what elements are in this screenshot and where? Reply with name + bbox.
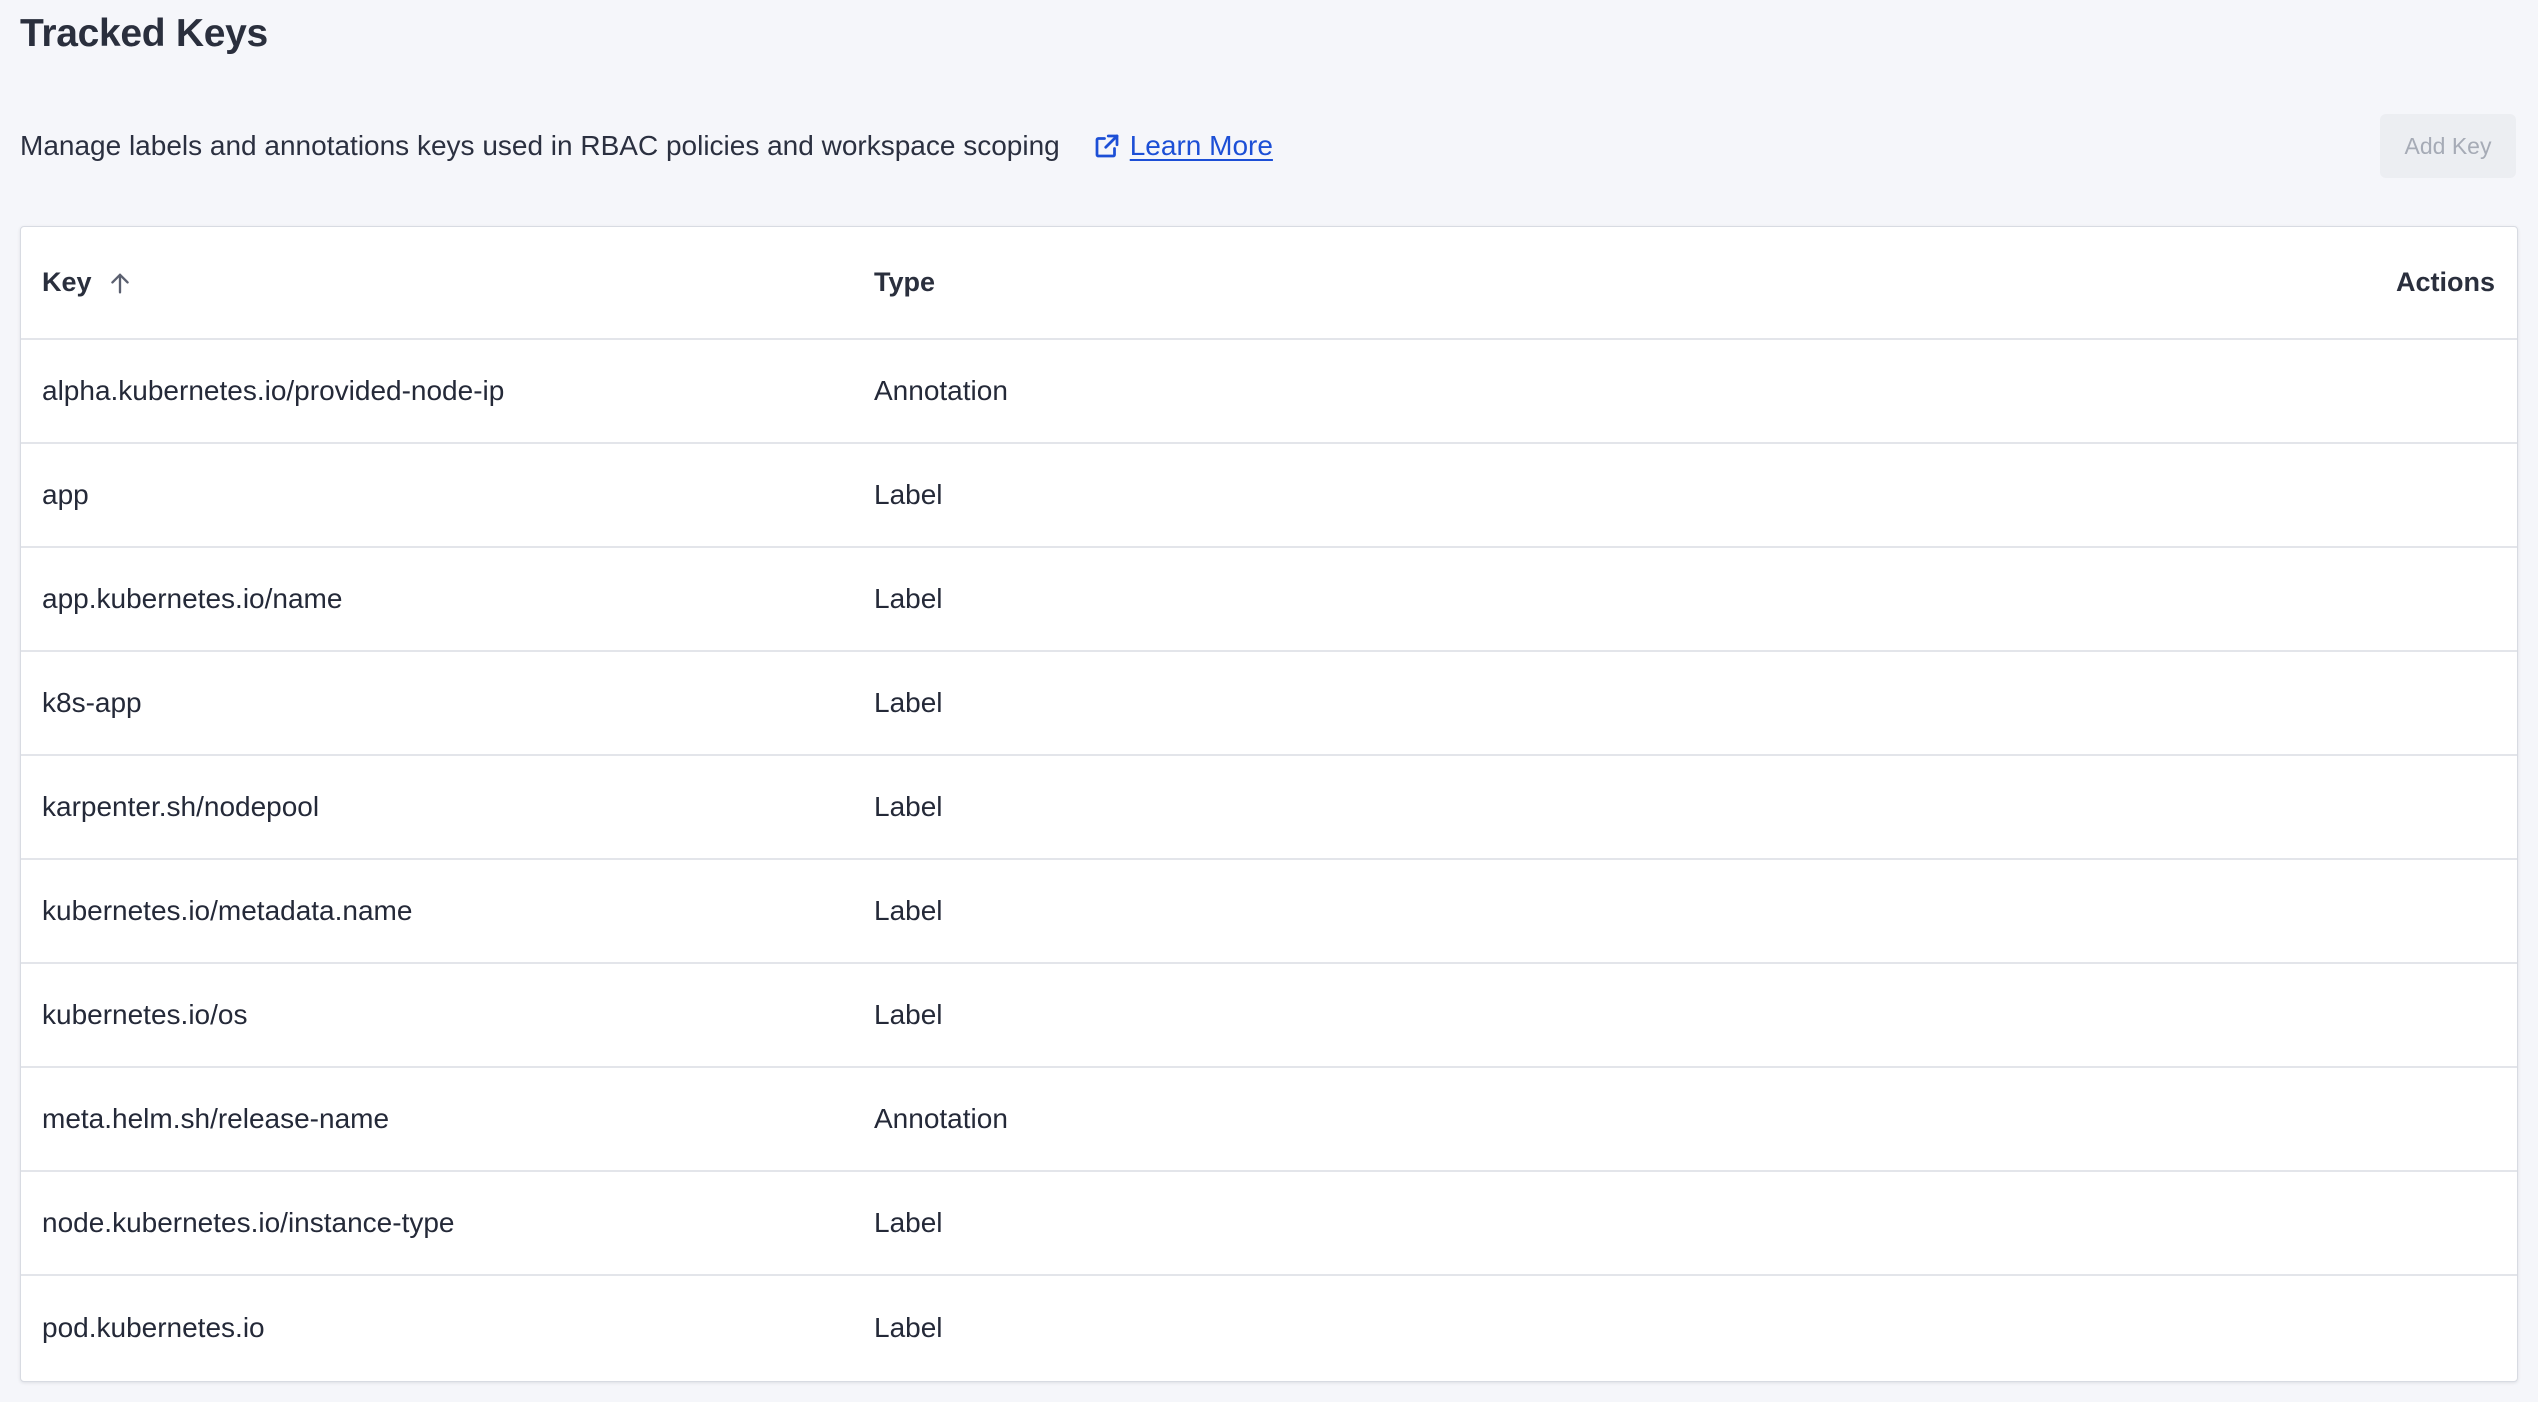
page-title: Tracked Keys [20,12,268,55]
key-cell: app [21,443,874,548]
external-link-icon [1092,131,1122,161]
column-header-type: Type [874,227,2095,340]
table-row: meta.helm.sh/release-name Annotation [21,1067,2517,1172]
key-cell: app.kubernetes.io/name [21,547,874,652]
type-cell: Annotation [874,339,2095,444]
arrow-up-icon[interactable] [106,269,134,297]
actions-cell [2095,755,2517,860]
table-header-row: Key Type Actions [21,227,2517,340]
column-header-actions: Actions [2095,227,2517,340]
tracked-keys-table: Key Type Actions alpha.kubernetes.io/pro… [20,226,2518,1382]
table-row: karpenter.sh/nodepool Label [21,755,2517,860]
key-cell: karpenter.sh/nodepool [21,755,874,860]
type-cell: Label [874,443,2095,548]
learn-more-label: Learn More [1129,130,1273,161]
sort-by-key[interactable]: Key [42,267,134,298]
table-header: Key Type Actions [21,227,2517,340]
description-row: Manage labels and annotations keys used … [20,124,1273,168]
key-cell: alpha.kubernetes.io/provided-node-ip [21,339,874,444]
type-cell: Label [874,1171,2095,1276]
table-row: kubernetes.io/os Label [21,963,2517,1068]
actions-cell [2095,859,2517,964]
key-cell: node.kubernetes.io/instance-type [21,1171,874,1276]
actions-cell [2095,651,2517,756]
actions-cell [2095,443,2517,548]
add-key-button[interactable]: Add Key [2380,114,2516,178]
table-row: node.kubernetes.io/instance-type Label [21,1171,2517,1276]
key-cell: kubernetes.io/os [21,963,874,1068]
table-row: kubernetes.io/metadata.name Label [21,859,2517,964]
actions-cell [2095,1171,2517,1276]
type-cell: Label [874,963,2095,1068]
table-row: app Label [21,443,2517,548]
type-cell: Label [874,755,2095,860]
key-cell: meta.helm.sh/release-name [21,1067,874,1172]
column-header-key[interactable]: Key [21,227,874,340]
key-cell: k8s-app [21,651,874,756]
column-header-key-label: Key [42,267,92,297]
table-row: k8s-app Label [21,651,2517,756]
actions-cell [2095,1275,2517,1379]
actions-cell [2095,547,2517,652]
type-cell: Label [874,859,2095,964]
type-cell: Label [874,547,2095,652]
table-row: pod.kubernetes.io Label [21,1275,2517,1379]
table-row: alpha.kubernetes.io/provided-node-ip Ann… [21,339,2517,444]
table-body: alpha.kubernetes.io/provided-node-ip Ann… [21,339,2517,1379]
page-description: Manage labels and annotations keys used … [20,130,1060,161]
type-cell: Annotation [874,1067,2095,1172]
table-row: app.kubernetes.io/name Label [21,547,2517,652]
learn-more-link[interactable]: Learn More [1092,130,1273,162]
actions-cell [2095,339,2517,444]
actions-cell [2095,963,2517,1068]
type-cell: Label [874,1311,943,1343]
actions-cell [2095,1067,2517,1172]
key-cell: kubernetes.io/metadata.name [21,859,874,964]
type-cell: Label [874,651,2095,756]
key-cell: pod.kubernetes.io [42,1311,265,1343]
